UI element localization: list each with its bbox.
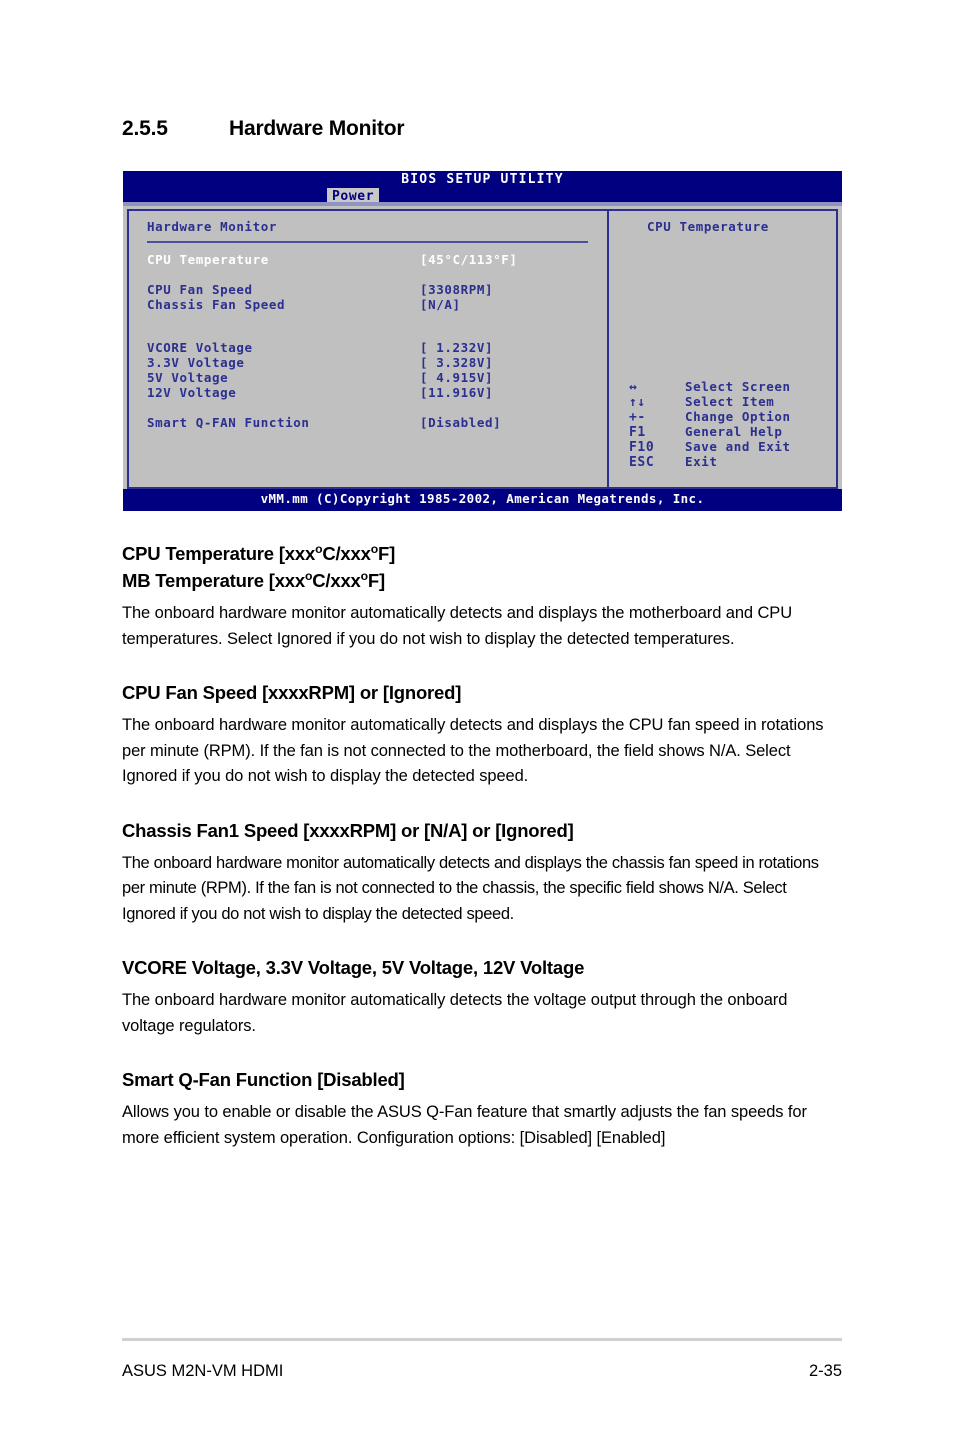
- setting-label: CPU Temperature: [147, 251, 269, 267]
- f1-key-icon: F1: [629, 425, 646, 440]
- key-legend-label: Select Screen: [685, 379, 791, 394]
- footer-product-name: ASUS M2N-VM HDMI: [122, 1362, 284, 1380]
- bios-copyright-bar: vMM.mm (C)Copyright 1985-2002, American …: [123, 489, 842, 511]
- help-panel-title: CPU Temperature: [647, 219, 769, 234]
- panel-heading-rule: [147, 240, 588, 243]
- key-legend-row-general-help: F1 General Help: [629, 424, 791, 440]
- left-right-arrow-icon: ↔: [629, 380, 638, 395]
- key-legend-label: Select Item: [685, 394, 775, 409]
- setting-row-3v3-voltage[interactable]: 3.3V Voltage [ 3.328V]: [147, 354, 607, 370]
- bios-tabbar: Power: [123, 188, 842, 206]
- setting-row-cpu-temperature[interactable]: CPU Temperature [45°C/113°F]: [147, 251, 607, 267]
- key-legend: ↔ Select Screen ↑↓ Select Item +- Change…: [629, 379, 791, 471]
- setting-label: VCORE Voltage: [147, 339, 253, 355]
- bios-titlebar: BIOS SETUP UTILITY: [123, 171, 842, 188]
- setting-row-12v-voltage[interactable]: 12V Voltage [11.916V]: [147, 384, 607, 400]
- subsection-paragraph: The onboard hardware monitor automatical…: [122, 991, 788, 1035]
- bios-window-title: BIOS SETUP UTILITY: [401, 172, 564, 187]
- key-legend-row-exit: ESC Exit: [629, 454, 791, 470]
- page-title: Hardware Monitor: [229, 117, 405, 140]
- key-legend-row-select-item: ↑↓ Select Item: [629, 394, 791, 410]
- subsection-heading: Smart Q-Fan Function [Disabled]: [122, 1069, 405, 1090]
- bios-setup-screenshot: BIOS SETUP UTILITY Power Hardware Monito…: [123, 171, 842, 511]
- setting-value: [45°C/113°F]: [420, 251, 518, 267]
- section-number: 2.5.5: [122, 117, 168, 140]
- bios-copyright-text: vMM.mm (C)Copyright 1985-2002, American …: [260, 491, 705, 506]
- setting-row-5v-voltage[interactable]: 5V Voltage [ 4.915V]: [147, 369, 607, 385]
- subsection-heading: CPU Temperature [xxxoC/xxxoF]: [122, 541, 396, 564]
- page-footer: ASUS M2N-VM HDMI 2-35: [122, 1362, 842, 1381]
- key-legend-row-select-screen: ↔ Select Screen: [629, 379, 791, 395]
- setting-row-cpu-fan-speed[interactable]: CPU Fan Speed [3308RPM]: [147, 281, 607, 297]
- f10-key-icon: F10: [629, 440, 655, 455]
- setting-label: 12V Voltage: [147, 384, 237, 400]
- key-legend-label: Exit: [685, 454, 718, 469]
- footer-divider: [122, 1338, 842, 1341]
- key-legend-label: General Help: [685, 424, 783, 439]
- row-spacer: [147, 314, 607, 329]
- subsection-paragraph: The onboard hardware monitor automatical…: [122, 853, 819, 923]
- setting-value: [ 1.232V]: [420, 339, 494, 355]
- setting-label: Smart Q-FAN Function: [147, 414, 310, 430]
- setting-value: [ 4.915V]: [420, 369, 494, 385]
- setting-value: [N/A]: [420, 296, 461, 312]
- subsection-cpu-temperature: CPU Temperature [xxxoC/xxxoF] MB Tempera…: [122, 540, 844, 652]
- up-down-arrow-icon: ↑↓: [629, 395, 646, 410]
- key-legend-label: Change Option: [685, 409, 791, 424]
- subsection-smart-qfan-function: Smart Q-Fan Function [Disabled] Allows y…: [122, 1066, 844, 1151]
- esc-key-icon: ESC: [629, 455, 655, 470]
- section-heading: 2.5.5 Hardware Monitor: [122, 117, 405, 141]
- subsection-voltages: VCORE Voltage, 3.3V Voltage, 5V Voltage,…: [122, 954, 844, 1039]
- subsection-heading: VCORE Voltage, 3.3V Voltage, 5V Voltage,…: [122, 957, 585, 978]
- setting-label: 3.3V Voltage: [147, 354, 245, 370]
- subsection-chassis-fan1-speed: Chassis Fan1 Speed [xxxxRPM] or [N/A] or…: [122, 817, 844, 928]
- bios-help-panel: CPU Temperature ↔ Select Screen ↑↓ Selec…: [608, 209, 838, 489]
- bios-settings-panel: Hardware Monitor CPU Temperature [45°C/1…: [127, 209, 608, 489]
- footer-page-number: 2-35: [808, 1362, 842, 1380]
- setting-value: [3308RPM]: [420, 281, 494, 297]
- subsection-heading: CPU Fan Speed [xxxxRPM] or [Ignored]: [122, 682, 462, 703]
- setting-value: [ 3.328V]: [420, 354, 494, 370]
- key-legend-row-change-option: +- Change Option: [629, 409, 791, 425]
- setting-row-vcore-voltage[interactable]: VCORE Voltage [ 1.232V]: [147, 339, 607, 355]
- subsection-paragraph: Allows you to enable or disable the ASUS…: [122, 1103, 807, 1147]
- manual-page: 2.5.5 Hardware Monitor BIOS SETUP UTILIT…: [0, 0, 954, 1438]
- setting-value: [Disabled]: [420, 414, 502, 430]
- bios-body: Hardware Monitor CPU Temperature [45°C/1…: [123, 206, 842, 489]
- panel-heading: Hardware Monitor: [147, 219, 278, 234]
- setting-row-smart-qfan-function[interactable]: Smart Q-FAN Function [Disabled]: [147, 414, 607, 430]
- setting-label: 5V Voltage: [147, 369, 229, 385]
- setting-label: CPU Fan Speed: [147, 281, 253, 297]
- setting-label: Chassis Fan Speed: [147, 296, 286, 312]
- key-legend-label: Save and Exit: [685, 439, 791, 454]
- setting-row-chassis-fan-speed[interactable]: Chassis Fan Speed [N/A]: [147, 296, 607, 312]
- subsection-heading: Chassis Fan1 Speed [xxxxRPM] or [N/A] or…: [122, 819, 574, 841]
- plus-minus-icon: +-: [629, 410, 646, 425]
- subsection-heading: MB Temperature [xxxoC/xxxoF]: [122, 568, 385, 591]
- key-legend-row-save-and-exit: F10 Save and Exit: [629, 439, 791, 455]
- setting-value: [11.916V]: [420, 384, 494, 400]
- body-content: CPU Temperature [xxxoC/xxxoF] MB Tempera…: [122, 540, 844, 1151]
- subsection-cpu-fan-speed: CPU Fan Speed [xxxxRPM] or [Ignored] The…: [122, 679, 844, 790]
- subsection-paragraph: The onboard hardware monitor automatical…: [122, 604, 793, 648]
- subsection-paragraph: The onboard hardware monitor automatical…: [122, 716, 824, 785]
